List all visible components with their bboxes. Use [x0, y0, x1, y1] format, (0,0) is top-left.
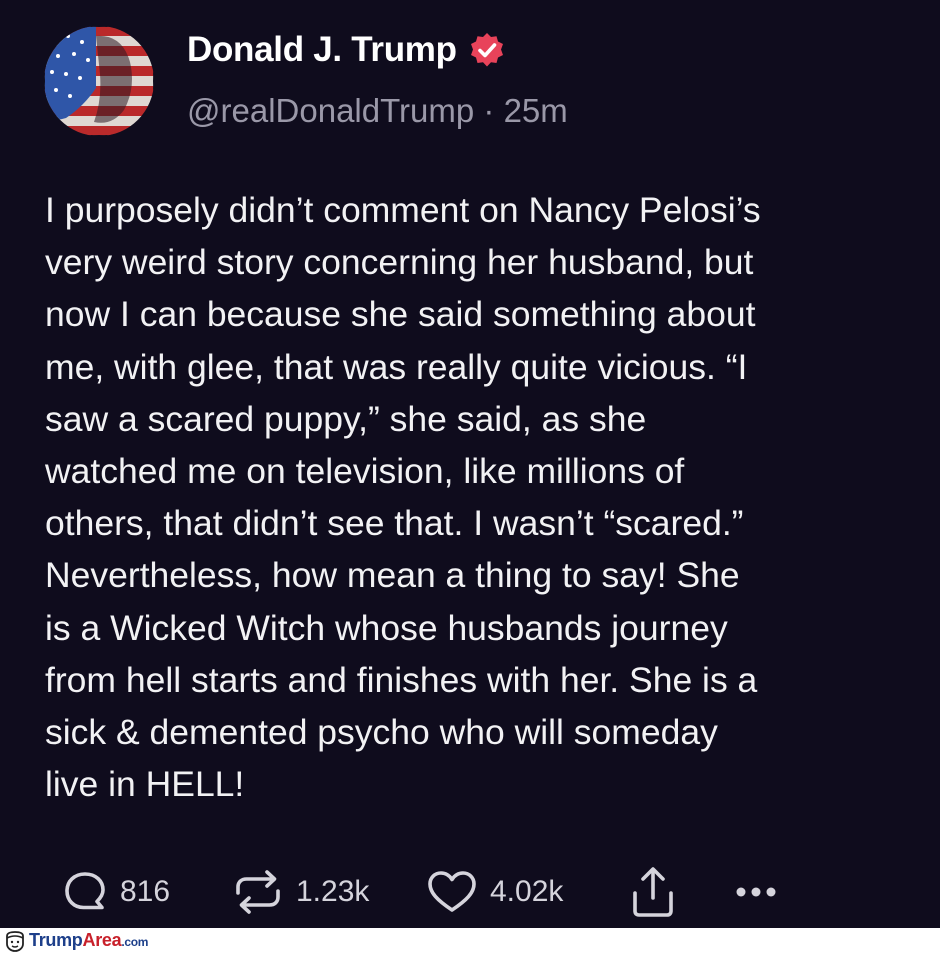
- avatar[interactable]: [44, 26, 154, 136]
- author-name[interactable]: Donald J. Trump: [187, 30, 457, 70]
- post-card: Donald J. Trump @realDonaldTrump · 25m I…: [0, 0, 940, 928]
- repost-count: 1.23k: [296, 875, 370, 908]
- post-time[interactable]: 25m: [504, 92, 568, 129]
- like-button[interactable]: 4.02k: [426, 864, 563, 920]
- heart-icon: [428, 871, 476, 912]
- flag-portrait-image: [44, 26, 154, 136]
- watermark-brand-blue: Trump: [29, 930, 83, 950]
- reply-button[interactable]: 816: [62, 864, 170, 920]
- post-text: I purposely didn’t comment on Nancy Pelo…: [45, 190, 761, 805]
- trumparea-logo-icon: [6, 930, 24, 952]
- watermark: TrumpArea.com: [0, 928, 940, 953]
- author-name-row[interactable]: Donald J. Trump: [187, 30, 505, 70]
- like-count: 4.02k: [490, 875, 564, 908]
- watermark-suffix: .com: [121, 935, 149, 949]
- reply-count: 816: [120, 875, 171, 908]
- share-icon: [633, 867, 673, 917]
- repost-button[interactable]: 1.23k: [232, 864, 369, 920]
- author-handle[interactable]: @realDonaldTrump: [187, 92, 474, 129]
- watermark-text[interactable]: TrumpArea.com: [29, 930, 148, 951]
- more-button[interactable]: [734, 864, 784, 920]
- author-meta: @realDonaldTrump · 25m: [187, 92, 568, 130]
- more-icon: [736, 887, 776, 897]
- repost-icon: [236, 870, 280, 914]
- reply-icon: [65, 872, 105, 910]
- action-bar: 816 1.23k 4.02k: [0, 864, 940, 920]
- verified-badge-icon: [469, 32, 505, 68]
- meta-separator: ·: [483, 92, 495, 129]
- share-button[interactable]: [630, 864, 676, 920]
- watermark-brand-red: Area: [82, 930, 122, 950]
